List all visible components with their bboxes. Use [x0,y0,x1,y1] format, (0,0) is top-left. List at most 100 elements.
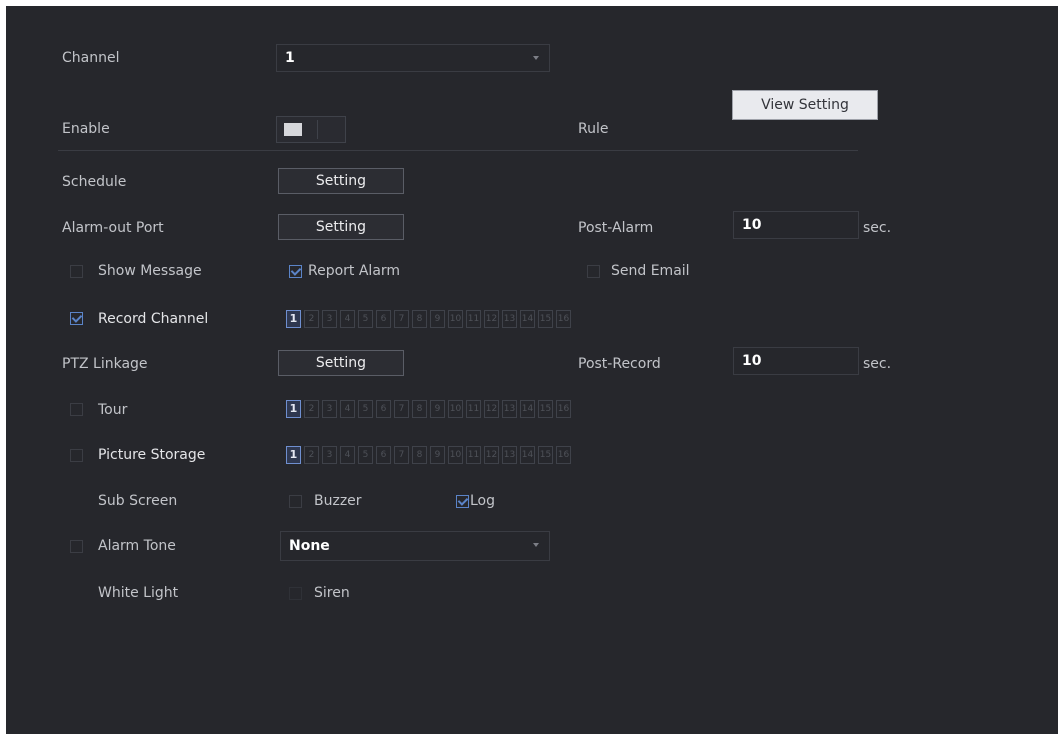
log-label: Log [470,493,496,509]
channel-button-11[interactable]: 11 [466,400,481,418]
channel-button-13[interactable]: 13 [502,400,517,418]
channel-button-15[interactable]: 15 [538,400,553,418]
channel-button-2[interactable]: 2 [304,446,319,464]
channel-button-15[interactable]: 15 [538,310,553,328]
sub-screen-label: Sub Screen [98,493,178,509]
channel-button-9[interactable]: 9 [430,446,445,464]
ptz-linkage-label: PTZ Linkage [62,356,148,372]
check-icon [71,312,83,323]
log-checkbox[interactable] [456,495,469,508]
channel-button-1[interactable]: 1 [286,310,301,328]
channel-button-14[interactable]: 14 [520,446,535,464]
channel-button-13[interactable]: 13 [502,446,517,464]
channel-button-7[interactable]: 7 [394,310,409,328]
channel-button-3[interactable]: 3 [322,400,337,418]
send-email-label: Send Email [611,263,690,279]
channel-button-12[interactable]: 12 [484,446,499,464]
channel-button-14[interactable]: 14 [520,400,535,418]
channel-button-2[interactable]: 2 [304,310,319,328]
channel-button-6[interactable]: 6 [376,400,391,418]
post-alarm-input[interactable]: 10 [733,211,859,239]
channel-button-14[interactable]: 14 [520,310,535,328]
channel-button-8[interactable]: 8 [412,400,427,418]
tour-channel-grid: 1 2 3 4 5 6 7 8 9 10 11 12 13 14 15 16 [286,400,574,420]
channel-button-12[interactable]: 12 [484,310,499,328]
post-record-unit: sec. [863,356,892,372]
channel-button-9[interactable]: 9 [430,310,445,328]
send-email-checkbox[interactable] [587,265,600,278]
picture-storage-grid: 1 2 3 4 5 6 7 8 9 10 11 12 13 14 15 16 [286,446,574,466]
alarm-tone-select[interactable]: None [280,531,550,561]
channel-button-7[interactable]: 7 [394,400,409,418]
alarm-tone-label: Alarm Tone [98,538,176,554]
channel-button-6[interactable]: 6 [376,446,391,464]
chevron-down-icon [533,56,539,60]
alarm-settings-panel [6,6,1058,734]
picture-storage-label: Picture Storage [98,447,206,463]
ptz-setting-button[interactable]: Setting [278,350,404,376]
channel-button-8[interactable]: 8 [412,446,427,464]
buzzer-checkbox[interactable] [289,495,302,508]
show-message-checkbox[interactable] [70,265,83,278]
enable-label: Enable [62,121,110,137]
channel-button-11[interactable]: 11 [466,446,481,464]
channel-button-11[interactable]: 11 [466,310,481,328]
channel-button-7[interactable]: 7 [394,446,409,464]
chevron-down-icon [533,543,539,547]
channel-button-5[interactable]: 5 [358,400,373,418]
tour-checkbox[interactable] [70,403,83,416]
enable-toggle[interactable] [276,116,346,143]
check-icon [457,495,469,506]
channel-button-4[interactable]: 4 [340,400,355,418]
channel-button-16[interactable]: 16 [556,310,571,328]
white-light-label: White Light [98,585,179,601]
rule-label: Rule [578,121,609,137]
tour-label: Tour [98,402,128,418]
channel-button-13[interactable]: 13 [502,310,517,328]
channel-button-15[interactable]: 15 [538,446,553,464]
alarm-out-port-label: Alarm-out Port [62,220,164,236]
channel-button-10[interactable]: 10 [448,446,463,464]
report-alarm-checkbox[interactable] [289,265,302,278]
channel-button-4[interactable]: 4 [340,446,355,464]
schedule-label: Schedule [62,174,127,190]
buzzer-label: Buzzer [314,493,362,509]
picture-storage-checkbox[interactable] [70,449,83,462]
alarm-tone-select-value: None [289,538,330,554]
channel-button-10[interactable]: 10 [448,310,463,328]
siren-checkbox[interactable] [289,587,302,600]
channel-select-value: 1 [285,50,295,66]
record-channel-grid: 1 2 3 4 5 6 7 8 9 10 11 12 13 14 15 16 [286,310,574,330]
post-alarm-unit: sec. [863,220,892,236]
channel-button-5[interactable]: 5 [358,310,373,328]
channel-button-8[interactable]: 8 [412,310,427,328]
channel-label: Channel [62,50,120,66]
view-setting-button[interactable]: View Setting [732,90,878,120]
report-alarm-label: Report Alarm [308,263,401,279]
channel-button-2[interactable]: 2 [304,400,319,418]
channel-button-4[interactable]: 4 [340,310,355,328]
channel-button-1[interactable]: 1 [286,446,301,464]
channel-button-12[interactable]: 12 [484,400,499,418]
channel-button-1[interactable]: 1 [286,400,301,418]
post-record-input[interactable]: 10 [733,347,859,375]
alarm-out-setting-button[interactable]: Setting [278,214,404,240]
schedule-setting-button[interactable]: Setting [278,168,404,194]
check-icon [290,265,302,276]
post-record-label: Post-Record [578,356,661,372]
channel-button-3[interactable]: 3 [322,310,337,328]
channel-button-16[interactable]: 16 [556,400,571,418]
channel-button-10[interactable]: 10 [448,400,463,418]
alarm-tone-checkbox[interactable] [70,540,83,553]
channel-button-9[interactable]: 9 [430,400,445,418]
channel-select[interactable]: 1 [276,44,550,72]
show-message-label: Show Message [98,263,202,279]
channel-button-3[interactable]: 3 [322,446,337,464]
channel-button-5[interactable]: 5 [358,446,373,464]
channel-button-6[interactable]: 6 [376,310,391,328]
record-channel-checkbox[interactable] [70,312,83,325]
record-channel-label: Record Channel [98,311,209,327]
siren-label: Siren [314,585,350,601]
channel-button-16[interactable]: 16 [556,446,571,464]
toggle-knob [284,123,302,136]
